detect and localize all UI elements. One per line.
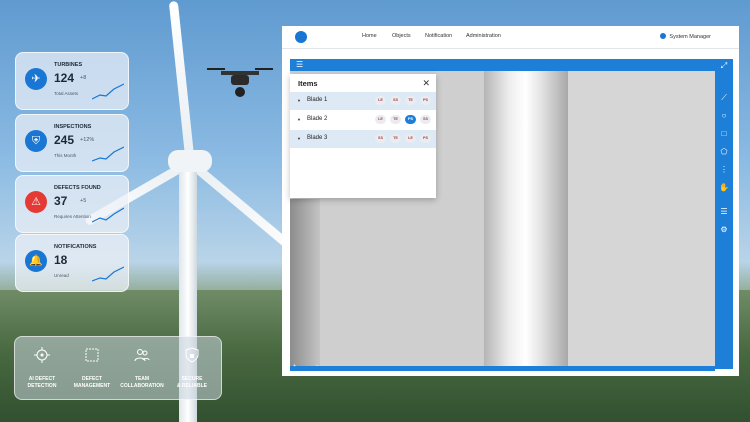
stat-subtitle: Total Assets [54,91,79,96]
list-item-blade-1[interactable]: ▼ Blade 1 LE SS TE PS [290,92,436,110]
viewer-image-tile [568,71,715,366]
stat-subtitle: This Month [54,153,77,158]
zoom-out-icon[interactable]: − [316,363,319,369]
user-name: System Manager [669,34,711,40]
airplane-icon: ✈ [25,68,47,90]
circle-tool-icon[interactable]: ○ [719,111,729,121]
stat-delta: +5 [80,198,87,204]
list-item-blade-3[interactable]: ▼ Blade 3 SS TE LE PS [290,130,436,148]
line-tool-icon[interactable]: ⟋ [719,93,729,103]
stat-card-notifications[interactable]: 🔔 NOTIFICATIONS 18 Unread [15,234,129,292]
items-panel: Items ✕ ▼ Blade 1 LE SS TE PS ▼ Blade 2 … [290,74,436,198]
sparkline-icon [92,266,124,282]
turbine-blade [168,0,195,161]
tag-chip[interactable]: TE [390,134,401,143]
top-navigation: Home Objects Notification Administration… [282,26,739,49]
feature-ai-defect-detection: AI DEFECT DETECTION [17,345,67,390]
viewer-image-tile [290,199,320,366]
stat-subtitle: Unread [54,273,69,278]
feature-label: MANAGEMENT [73,383,111,389]
nav-link-home[interactable]: Home [362,33,377,39]
tag-chip[interactable]: LE [405,134,416,143]
stat-delta: +8 [80,75,87,81]
viewer-toolbar: ☰ [290,59,715,71]
stat-value: 18 [54,253,68,267]
feature-label: AI DEFECT [28,376,56,382]
viewer-statusbar: + − [290,363,715,371]
feature-label: DEFECT [82,376,102,382]
tag-chip[interactable]: PS [420,96,431,105]
stat-title: INSPECTIONS [54,124,92,130]
list-icon[interactable]: ☰ [719,207,729,217]
feature-label: SECURE [181,376,203,382]
tag-chip[interactable]: SS [390,96,401,105]
stat-value: 124 [54,71,75,85]
feature-label: & RELIABLE [177,383,207,389]
sparkline-icon [92,207,124,223]
shield-lock-icon [185,347,199,363]
rectangle-tool-icon[interactable]: □ [719,129,729,139]
stat-value: 37 [54,194,68,208]
panel-title: Items [298,79,318,88]
viewer-image-tile [484,71,568,366]
warning-icon: ⚠ [25,191,47,213]
selection-box-icon [85,348,99,362]
user-avatar-icon [660,33,667,39]
app-window: Home Objects Notification Administration… [282,26,739,376]
user-menu[interactable]: System Manager [660,33,711,40]
team-icon [134,349,150,362]
stat-delta: +12% [80,137,95,143]
tag-chip[interactable]: PS [420,134,431,143]
chevron-down-icon[interactable]: ▼ [297,117,301,122]
bell-icon: 🔔 [25,250,47,272]
nav-link-objects[interactable]: Objects [392,33,411,39]
tag-chip-active[interactable]: PS [405,115,416,124]
tag-chip[interactable]: SS [375,134,386,143]
crosshair-icon [34,347,50,363]
tag-chip[interactable]: LE [375,96,386,105]
feature-label: TEAM [134,376,150,382]
stat-value: 245 [54,133,75,147]
sparkline-icon [92,83,124,100]
stat-title: NOTIFICATIONS [54,244,97,250]
tag-chip[interactable]: TE [390,115,401,124]
stat-card-defects[interactable]: ⚠ DEFECTS FOUND 37 +5 Requires Attention [15,175,129,233]
sparkline-icon [92,146,124,162]
features-panel: AI DEFECT DETECTION DEFECT MANAGEMENT TE… [14,336,222,400]
feature-defect-management: DEFECT MANAGEMENT [67,345,117,390]
users-settings-icon[interactable]: ⚙ [719,225,729,235]
tag-chip[interactable]: SS [420,115,431,124]
feature-team-collaboration: TEAM COLLABORATION [117,345,167,390]
stat-subtitle: Requires Attention [54,214,91,219]
expand-icon[interactable]: ⤢ [719,61,729,71]
item-label: Blade 2 [307,116,328,122]
feature-secure-reliable: SECURE & RELIABLE [167,345,217,390]
tool-sidebar: ⤢ ⟋ ○ □ ⬠ ⋮ ✋ ☰ ⚙ [715,59,733,369]
more-vertical-icon[interactable]: ⋮ [719,165,729,175]
polygon-tool-icon[interactable]: ⬠ [719,147,729,157]
zoom-in-icon[interactable]: + [293,363,296,369]
chevron-down-icon[interactable]: ▼ [297,136,301,141]
close-icon[interactable]: ✕ [422,78,430,89]
nav-link-administration[interactable]: Administration [466,33,501,39]
stat-card-inspections[interactable]: ⛨ INSPECTIONS 245 +12% This Month [15,114,129,172]
drone-icon [207,68,273,97]
stat-title: TURBINES [54,62,83,68]
hand-pan-icon[interactable]: ✋ [719,183,729,193]
tag-chip[interactable]: LE [375,115,386,124]
item-label: Blade 1 [307,97,328,103]
tag-chip[interactable]: TE [405,96,416,105]
shield-icon: ⛨ [25,130,47,152]
nav-link-notification[interactable]: Notification [425,33,452,39]
menu-icon[interactable]: ☰ [296,60,303,69]
feature-label: COLLABORATION [120,383,164,389]
feature-label: DETECTION [27,383,57,389]
chevron-down-icon[interactable]: ▼ [297,98,301,103]
app-logo-icon[interactable] [295,31,307,43]
stat-card-turbines[interactable]: ✈ TURBINES 124 +8 Total Assets [15,52,129,110]
list-item-blade-2[interactable]: ▼ Blade 2 LE TE PS SS [290,111,436,129]
turbine-nacelle [168,150,212,172]
item-label: Blade 3 [307,135,328,141]
stat-title: DEFECTS FOUND [54,185,101,191]
